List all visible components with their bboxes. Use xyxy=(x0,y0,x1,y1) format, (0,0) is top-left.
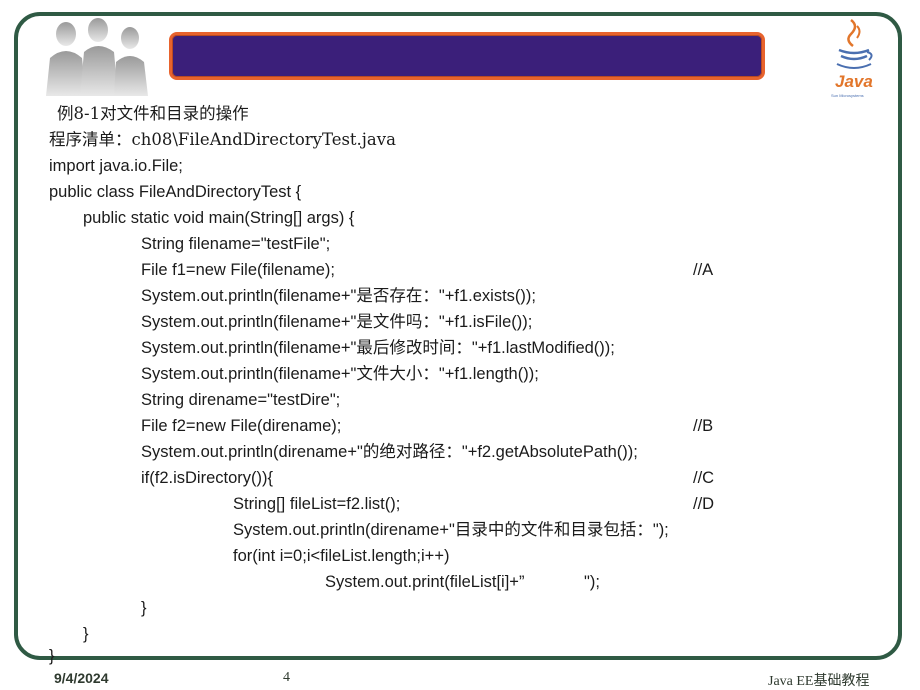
footer-page-number: 4 xyxy=(283,670,290,685)
code-line: String filename="testFile"; xyxy=(141,235,331,253)
code-line: System.out.print(fileList[i]+” "); xyxy=(325,573,600,591)
code-comment: //B xyxy=(693,417,714,435)
code-line: for(int i=0;i<fileList.length;i++) xyxy=(233,547,450,565)
java-logo-text: Java xyxy=(835,72,873,91)
code-comment: //A xyxy=(693,261,714,279)
footer-course-title: Java EE基础教程 xyxy=(768,674,870,689)
footer-date: 9/4/2024 xyxy=(54,670,109,686)
code-line: System.out.println(direname+"的绝对路径："+f2.… xyxy=(141,443,638,461)
code-line: public static void main(String[] args) { xyxy=(83,209,355,227)
code-line: File f1=new File(filename); xyxy=(141,261,335,279)
java-cup-icon xyxy=(836,19,873,69)
code-line: public class FileAndDirectoryTest { xyxy=(49,183,302,201)
code-line: File f2=new File(direname); xyxy=(141,417,342,435)
code-line: System.out.println(filename+"最后修改时间："+f1… xyxy=(141,339,615,357)
code-line: String direname="testDire"; xyxy=(141,391,341,409)
code-line: } xyxy=(49,647,55,665)
code-line: String[] fileList=f2.list(); xyxy=(233,495,401,513)
listing-path: 程序清单：ch08\FileAndDirectoryTest.java xyxy=(49,130,396,149)
code-line: } xyxy=(141,599,147,617)
code-line: System.out.println(direname+"目录中的文件和目录包括… xyxy=(233,521,669,539)
code-line: } xyxy=(83,625,89,643)
code-line: import java.io.File; xyxy=(49,157,183,175)
title-banner xyxy=(169,32,765,80)
java-logo: Java Sun Microsystems xyxy=(829,16,879,98)
code-line: System.out.println(filename+"文件大小："+f1.l… xyxy=(141,365,539,383)
code-line: System.out.println(filename+"是文件吗："+f1.i… xyxy=(141,313,533,331)
code-line: System.out.println(filename+"是否存在："+f1.e… xyxy=(141,287,536,305)
code-comment: //C xyxy=(693,469,715,487)
code-comment: //D xyxy=(693,495,715,513)
code-line: if(f2.isDirectory()){ xyxy=(141,469,274,487)
people-silhouette-image xyxy=(46,18,148,96)
example-title: 例8-1对文件和目录的操作 xyxy=(57,104,249,123)
java-logo-tagline: Sun Microsystems xyxy=(831,93,864,98)
